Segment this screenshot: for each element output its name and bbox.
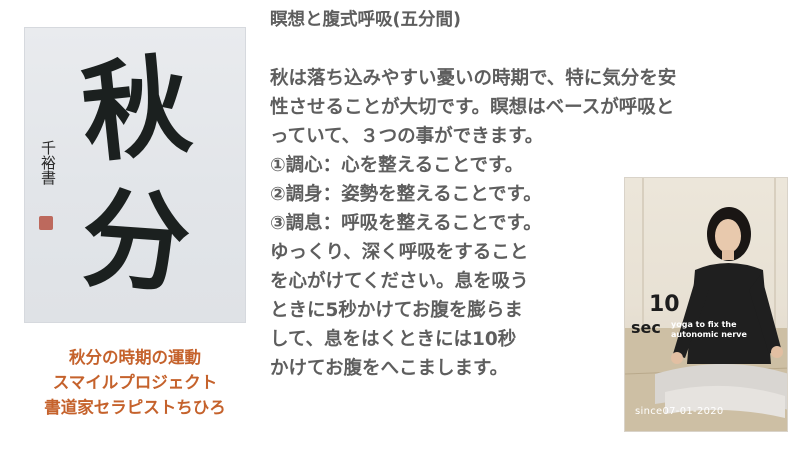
photo-fine-print [669, 292, 779, 297]
photo-since-date: since07-01-2020 [635, 406, 724, 417]
calligraphy-artwork: 秋 分 千裕書 [24, 27, 246, 323]
caption-line: スマイルプロジェクト [52, 373, 218, 392]
calligraphy-char-top: 秋 [75, 41, 197, 179]
body-line: ③調息：呼吸を整えることです。 [270, 213, 542, 234]
seal-stamp [39, 216, 53, 230]
yoga-photo: 10 sec yoga to fix the autonomic nerve s… [624, 177, 788, 432]
body-line: ときに5秒かけてお腹を膨らま [270, 300, 523, 321]
photo-number: 10 [649, 292, 680, 317]
photo-tagline: yoga to fix the autonomic nerve [671, 320, 781, 340]
photo-tagline-line: yoga to fix the [671, 320, 737, 329]
body-line: ゆっくり、深く呼吸をすること [270, 242, 529, 263]
artwork-caption: 秋分の時期の運動 スマイルプロジェクト 書道家セラピストちひろ [22, 345, 248, 420]
photo-unit: sec [631, 318, 661, 337]
body-line: して、息をはくときには10秒 [270, 329, 517, 350]
photo-tagline-line: autonomic nerve [671, 330, 747, 339]
body-line: 性させることが大切です。瞑想はベースが呼吸と [270, 97, 675, 118]
artist-signature: 千裕書 [39, 140, 57, 185]
body-line: ①調心：心を整えることです。 [270, 155, 524, 176]
calligraphy-char-bottom: 分 [77, 175, 195, 309]
body-line: ②調身：姿勢を整えることです。 [270, 184, 542, 205]
body-line: 秋は落ち込みやすい憂いの時期で、特に気分を安 [270, 68, 677, 89]
caption-line: 書道家セラピストちひろ [44, 398, 226, 417]
body-line: っていて、３つの事ができます。 [270, 126, 544, 147]
article-body: 秋は落ち込みやすい憂いの時期で、特に気分を安 性させることが大切です。瞑想はベー… [270, 64, 676, 383]
article-heading: 瞑想と腹式呼吸(五分間) [270, 10, 461, 30]
body-line: を心がけてください。息を吸う [270, 271, 529, 292]
caption-line: 秋分の時期の運動 [69, 348, 201, 367]
body-line: かけてお腹をへこまします。 [270, 358, 509, 379]
